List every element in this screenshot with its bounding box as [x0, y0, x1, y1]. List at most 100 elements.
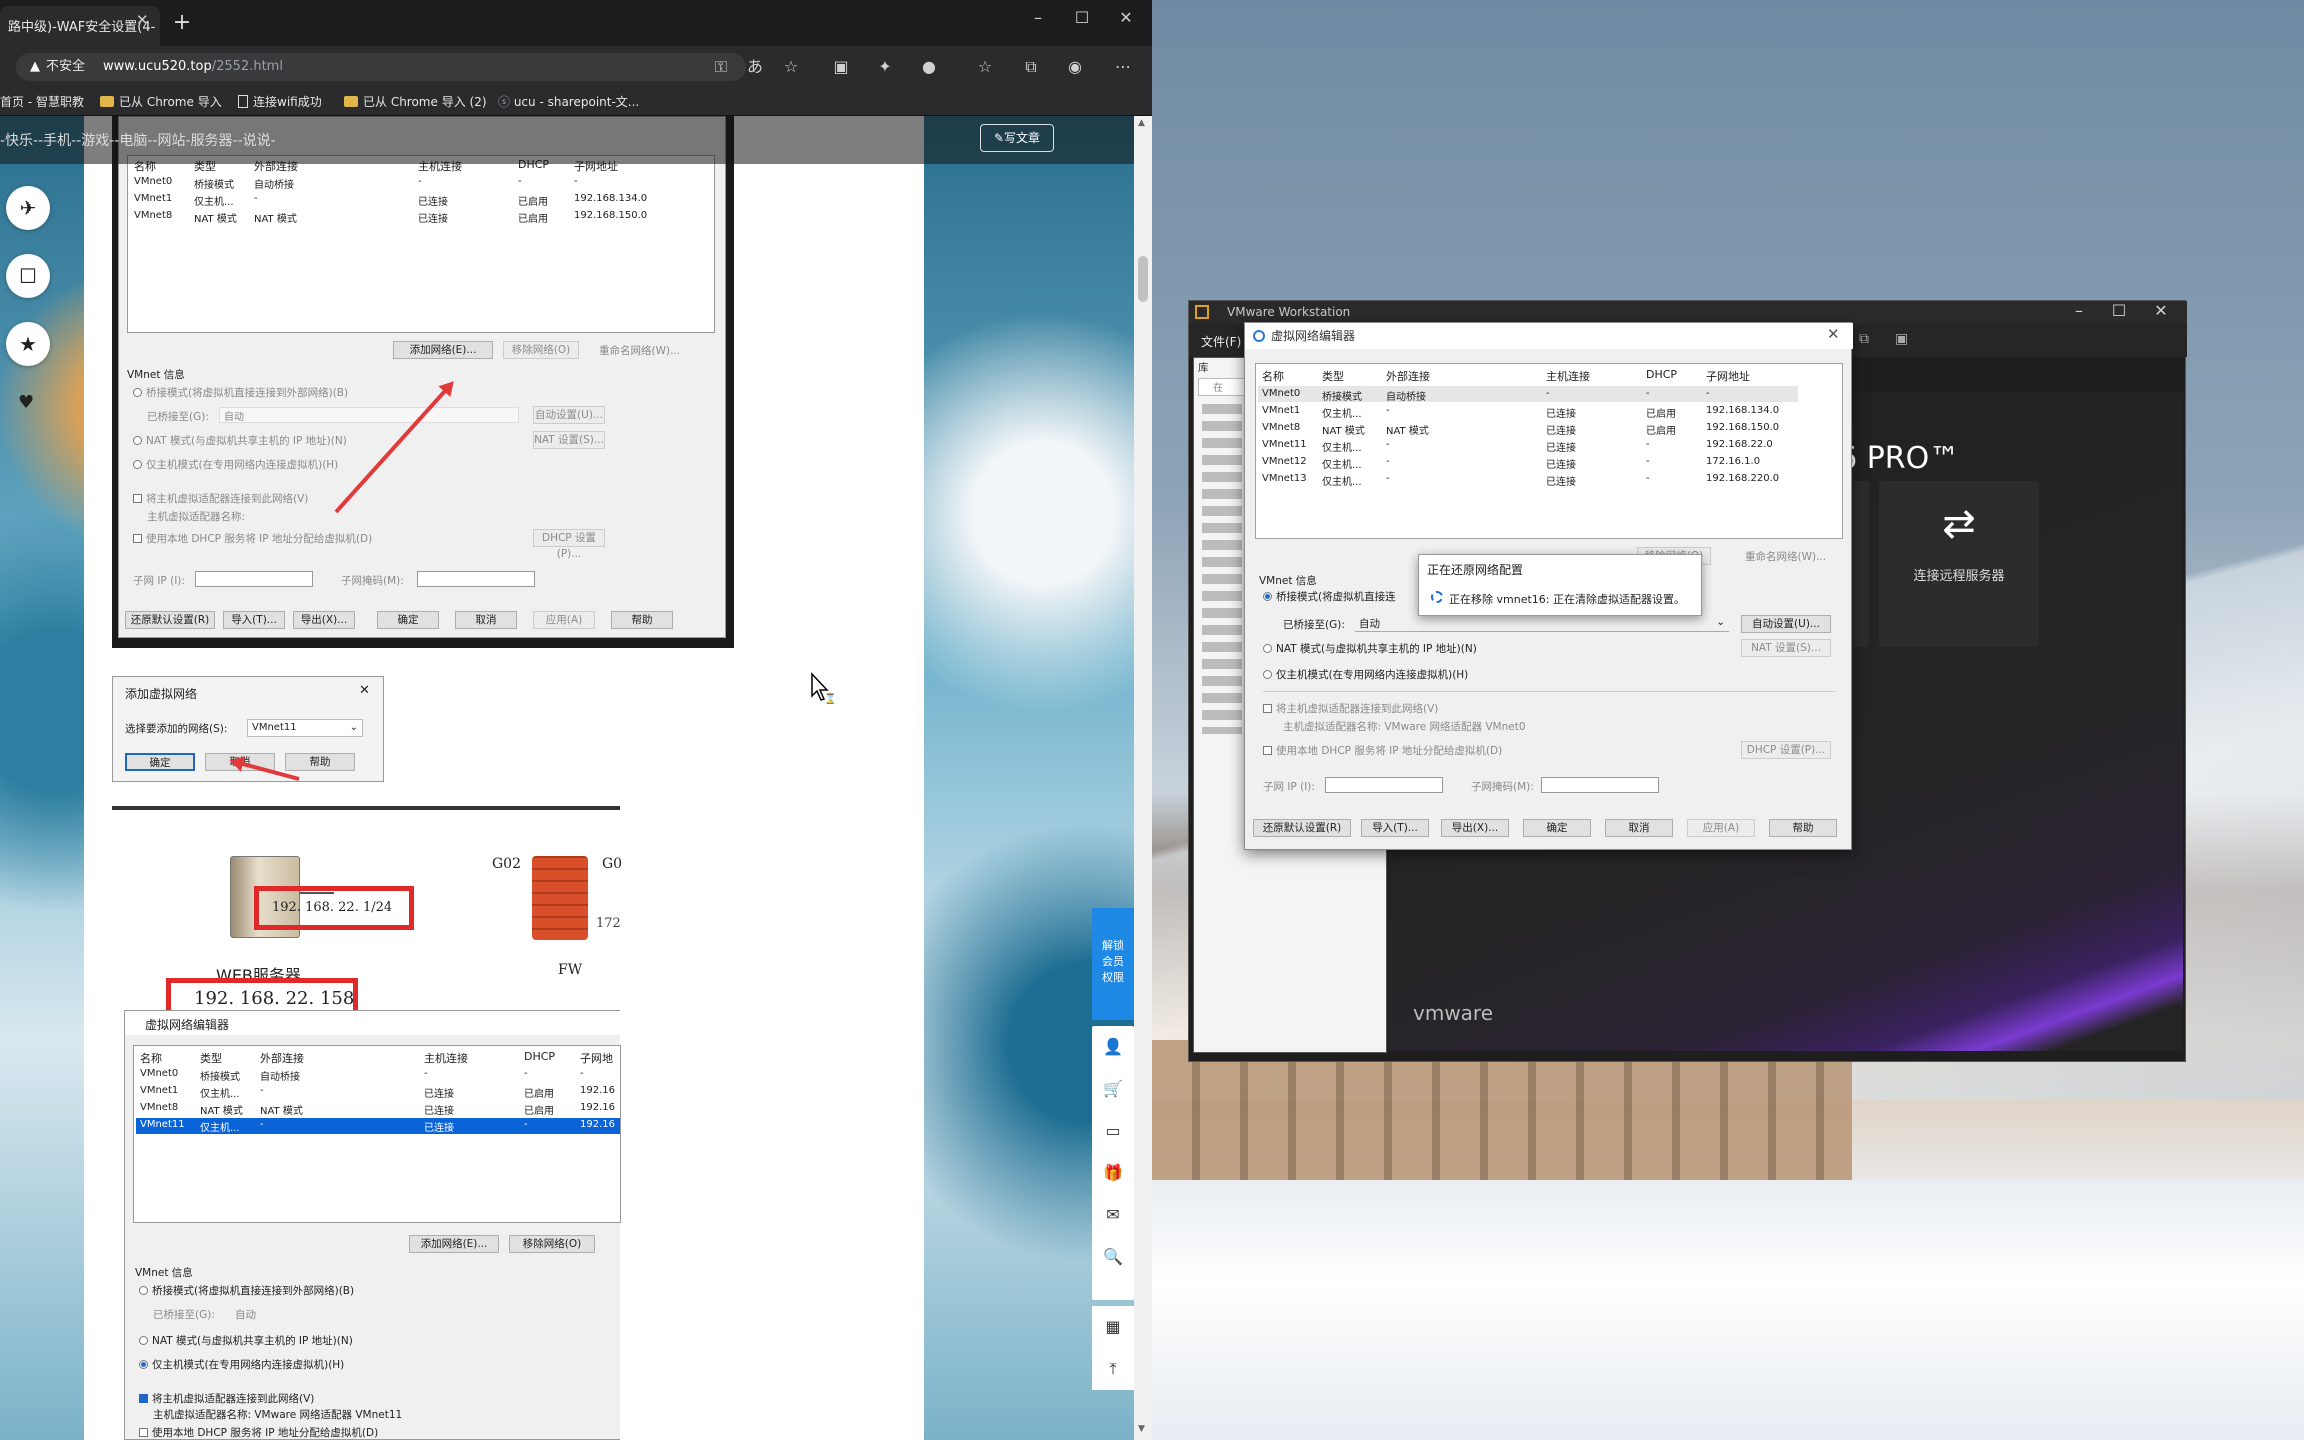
bridge-mode-radio[interactable]: 桥接模式(将虚拟机直接连接到外部网络)(B): [139, 1283, 354, 1298]
search-icon[interactable]: 🔍: [1092, 1236, 1134, 1278]
cart-icon[interactable]: 🛒: [1092, 1068, 1134, 1110]
write-article-button[interactable]: ✎写文章: [980, 124, 1054, 152]
connect-adapter-checkbox[interactable]: 将主机虚拟适配器连接到此网络(V): [133, 491, 308, 506]
col-host[interactable]: 主机连接: [1546, 368, 1590, 384]
add-network-button[interactable]: 添加网络(E)...: [393, 341, 493, 359]
nat-mode-radio[interactable]: NAT 模式(与虚拟机共享主机的 IP 地址)(N): [139, 1333, 353, 1348]
close-icon[interactable]: ✕: [359, 683, 370, 698]
connect-adapter-checkbox[interactable]: 将主机虚拟适配器连接到此网络(V): [139, 1391, 314, 1406]
collections-icon[interactable]: ⧉: [1016, 52, 1046, 82]
help-button[interactable]: 帮助: [1769, 819, 1837, 837]
bridge-mode-radio[interactable]: 桥接模式(将虚拟机直接连接到外部网络)(B): [133, 385, 348, 400]
ok-button[interactable]: 确定: [1523, 819, 1591, 837]
col-subnet[interactable]: 子网地址: [1706, 368, 1750, 384]
restore-defaults-button[interactable]: 还原默认设置(R): [1253, 819, 1351, 837]
subnet-ip-input[interactable]: [195, 571, 313, 587]
favorites-icon[interactable]: ☆: [970, 52, 1000, 82]
gift-icon[interactable]: 🎁: [1092, 1152, 1134, 1194]
host-only-radio[interactable]: 仅主机模式(在专用网络内连接虚拟机)(H): [1263, 667, 1468, 682]
connect-adapter-checkbox[interactable]: 将主机虚拟适配器连接到此网络(V): [1263, 701, 1438, 716]
dhcp-settings-button[interactable]: DHCP 设置(P)...: [1741, 741, 1831, 759]
help-button[interactable]: 帮助: [285, 753, 355, 771]
export-button[interactable]: 导出(X)...: [1441, 819, 1509, 837]
site-nav-links[interactable]: -快乐--手机--游戏--电脑--网站-服务器--说说-: [0, 130, 276, 150]
back-to-top-icon[interactable]: ⤒: [1092, 1348, 1134, 1390]
col-type[interactable]: 类型: [1322, 368, 1344, 384]
dhcp-settings-button[interactable]: DHCP 设置(P)...: [533, 529, 605, 560]
nat-mode-radio[interactable]: NAT 模式(与虚拟机共享主机的 IP 地址)(N): [133, 433, 347, 448]
user-icon[interactable]: 👤: [1092, 1026, 1134, 1068]
page-scrollbar[interactable]: ▲ ▼: [1134, 116, 1152, 1440]
ok-button[interactable]: 确定: [377, 611, 439, 629]
comment-icon[interactable]: ☐: [6, 254, 50, 298]
col-dhcp[interactable]: DHCP: [1646, 368, 1677, 381]
auto-settings-button[interactable]: 自动设置(U)...: [533, 406, 605, 424]
ticket-icon[interactable]: ▭: [1092, 1110, 1134, 1152]
heart-icon[interactable]: ♥: [18, 392, 34, 413]
cancel-button[interactable]: 取消: [455, 611, 517, 629]
rename-network-button[interactable]: 重命名网络(W)...: [599, 343, 680, 358]
bookmark-item[interactable]: 首页 - 智慧职教: [0, 93, 84, 110]
bridged-to-select[interactable]: 自动: [219, 407, 519, 423]
bridged-to-value[interactable]: 自动: [235, 1307, 256, 1322]
scroll-thumb[interactable]: [1138, 256, 1148, 302]
close-icon[interactable]: ✕: [1827, 325, 1840, 343]
fullscreen-icon[interactable]: ⧉: [1859, 331, 1869, 347]
host-only-radio[interactable]: 仅主机模式(在专用网络内连接虚拟机)(H): [133, 457, 338, 472]
subnet-ip-input[interactable]: [1325, 777, 1443, 793]
apply-button[interactable]: 应用(A): [1687, 819, 1755, 837]
use-dhcp-checkbox[interactable]: 使用本地 DHCP 服务将 IP 地址分配给虚拟机(D): [139, 1425, 378, 1440]
vm-tree[interactable]: [1202, 404, 1242, 734]
new-tab-button[interactable]: +: [168, 10, 196, 38]
subnet-mask-input[interactable]: [417, 571, 535, 587]
auto-settings-button[interactable]: 自动设置(U)...: [1741, 615, 1831, 633]
restore-defaults-button[interactable]: 还原默认设置(R): [125, 611, 215, 629]
add-favorite-icon[interactable]: ☆: [776, 52, 806, 82]
mail-icon[interactable]: ✉: [1092, 1194, 1134, 1236]
rename-network-button[interactable]: 重命名网络(W)...: [1745, 549, 1826, 564]
network-select[interactable]: VMnet11 ⌄: [247, 719, 363, 737]
cancel-button[interactable]: 取消: [1605, 819, 1673, 837]
export-button[interactable]: 导出(X)...: [293, 611, 355, 629]
apply-button[interactable]: 应用(A): [533, 611, 595, 629]
remove-network-button[interactable]: 移除网络(O): [503, 341, 579, 359]
scroll-up-icon[interactable]: ▲: [1138, 118, 1145, 128]
extension-icon[interactable]: ✦: [870, 52, 900, 82]
nat-settings-button[interactable]: NAT 设置(S)...: [533, 431, 605, 449]
minimize-button[interactable]: –: [1018, 4, 1058, 34]
menu-file[interactable]: 文件(F): [1201, 333, 1241, 350]
key-icon[interactable]: ⚿: [706, 52, 736, 82]
vip-unlock-button[interactable]: 解锁 会员 权限: [1092, 908, 1134, 1020]
translate-icon[interactable]: あ: [740, 52, 770, 82]
bookmark-folder[interactable]: 已从 Chrome 导入 (2): [344, 93, 487, 110]
ok-button[interactable]: 确定: [125, 753, 195, 771]
qrcode-icon[interactable]: ▦: [1092, 1306, 1134, 1348]
profile-icon[interactable]: ◉: [1060, 52, 1090, 82]
address-bar[interactable]: ▲ 不安全 www.ucu520.top/2552.html: [16, 53, 746, 81]
scroll-down-icon[interactable]: ▼: [1138, 1424, 1145, 1434]
nat-settings-button[interactable]: NAT 设置(S)...: [1741, 639, 1831, 657]
github-icon[interactable]: ●: [914, 52, 944, 82]
close-button[interactable]: ✕: [1106, 4, 1146, 34]
use-dhcp-checkbox[interactable]: 使用本地 DHCP 服务将 IP 地址分配给虚拟机(D): [1263, 743, 1502, 758]
connect-remote-server-tile[interactable]: ⇄ 连接远程服务器: [1879, 481, 2039, 647]
bookmark-folder[interactable]: 已从 Chrome 导入: [100, 93, 222, 110]
subnet-mask-input[interactable]: [1541, 777, 1659, 793]
bookmark-item[interactable]: 连接wifi成功: [238, 93, 322, 110]
col-external[interactable]: 外部连接: [1386, 368, 1430, 384]
use-dhcp-checkbox[interactable]: 使用本地 DHCP 服务将 IP 地址分配给虚拟机(D): [133, 531, 372, 546]
help-button[interactable]: 帮助: [611, 611, 673, 629]
import-button[interactable]: 导入(T)...: [223, 611, 285, 629]
add-network-button[interactable]: 添加网络(E)...: [409, 1235, 499, 1253]
remove-network-button[interactable]: 移除网络(O): [509, 1235, 595, 1253]
import-button[interactable]: 导入(T)...: [1361, 819, 1429, 837]
insecure-label[interactable]: 不安全: [46, 59, 85, 74]
bridged-to-select[interactable]: 自动 ⌄: [1355, 614, 1729, 632]
host-only-radio[interactable]: 仅主机模式(在专用网络内连接虚拟机)(H): [139, 1357, 344, 1372]
bookmark-item[interactable]: ⓢ ucu - sharepoint-文...: [498, 93, 639, 110]
bridge-mode-radio[interactable]: 桥接模式(将虚拟机直接连: [1263, 589, 1396, 604]
col-name[interactable]: 名称: [1262, 368, 1284, 384]
tab-close-icon[interactable]: ✕: [136, 11, 149, 29]
maximize-button[interactable]: ☐: [1062, 4, 1102, 34]
console-icon[interactable]: ▣: [1895, 331, 1908, 347]
